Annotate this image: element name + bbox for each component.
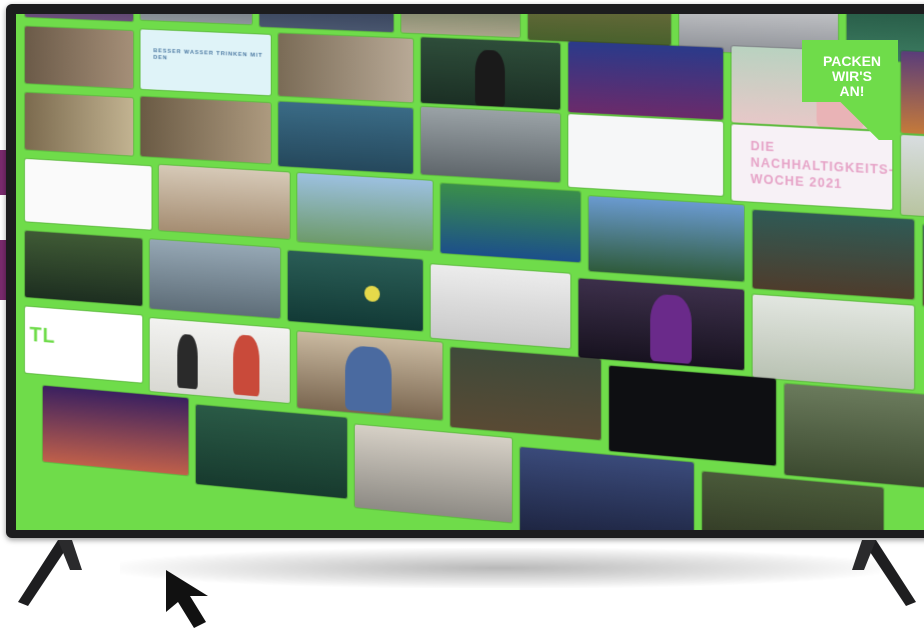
video-thumbnail[interactable] — [901, 51, 924, 140]
video-thumbnail[interactable] — [578, 278, 745, 371]
tv-stand-right — [850, 540, 920, 610]
video-thumbnail[interactable] — [278, 101, 414, 174]
video-thumbnail[interactable] — [287, 250, 423, 332]
guest-figure — [650, 293, 692, 365]
presenter-figure — [475, 49, 505, 107]
badge-line: AN! — [839, 83, 865, 99]
diver-figure — [177, 333, 198, 390]
video-thumbnail[interactable] — [420, 106, 561, 183]
video-thumbnail[interactable] — [297, 172, 433, 251]
floor-shadow — [120, 548, 880, 588]
video-thumbnail[interactable]: DIE NACHHALTIGKEITS-WOCHE 2021 — [731, 124, 893, 210]
video-thumbnail[interactable] — [24, 14, 134, 22]
video-thumbnail[interactable] — [24, 230, 143, 306]
video-thumbnail[interactable] — [195, 404, 348, 499]
video-thumbnail[interactable] — [140, 96, 271, 164]
tv-stand-left — [14, 540, 84, 610]
video-thumbnail[interactable] — [297, 331, 443, 421]
video-thumbnail[interactable] — [354, 424, 512, 523]
video-thumbnail[interactable] — [609, 365, 776, 466]
video-thumbnail[interactable]: TL — [24, 306, 143, 383]
video-thumbnail[interactable] — [752, 209, 915, 300]
video-thumbnail[interactable] — [519, 447, 694, 530]
video-thumbnail[interactable] — [752, 294, 915, 390]
diver-light — [364, 285, 380, 303]
video-thumbnail[interactable] — [450, 347, 601, 441]
tile-title-text: DIE NACHHALTIGKEITS-WOCHE 2021 — [750, 139, 893, 191]
video-thumbnail[interactable] — [401, 14, 520, 38]
video-thumbnail[interactable] — [568, 114, 724, 196]
video-thumbnail[interactable] — [568, 41, 724, 120]
video-thumbnail[interactable] — [420, 37, 561, 110]
tv-screen[interactable]: BESSER WASSER TRINKEN MIT DEN DIE NACHHA… — [16, 14, 924, 530]
badge-line: WIR'S — [832, 68, 872, 84]
badge-line: PACKEN — [822, 53, 882, 69]
video-thumbnail-wall: BESSER WASSER TRINKEN MIT DEN DIE NACHHA… — [16, 14, 924, 530]
video-thumbnail[interactable] — [278, 33, 414, 103]
video-thumbnail[interactable] — [784, 383, 924, 490]
video-thumbnail[interactable] — [24, 26, 134, 89]
video-thumbnail[interactable]: BESSER WASSER TRINKEN MIT DEN — [140, 29, 271, 96]
video-thumbnail[interactable] — [140, 14, 252, 25]
video-thumbnail[interactable] — [430, 264, 571, 349]
video-thumbnail[interactable] — [149, 317, 290, 404]
video-thumbnail[interactable] — [24, 92, 134, 156]
video-thumbnail[interactable] — [158, 164, 290, 239]
person-figure — [345, 344, 392, 414]
video-thumbnail[interactable] — [42, 385, 189, 476]
tile-title-text: TL — [29, 322, 56, 349]
video-thumbnail[interactable] — [901, 134, 924, 223]
diver-figure — [233, 334, 260, 397]
video-thumbnail[interactable] — [24, 158, 152, 230]
video-thumbnail[interactable] — [588, 196, 745, 282]
mouse-cursor-icon — [164, 568, 226, 630]
video-thumbnail[interactable] — [440, 183, 581, 263]
video-thumbnail[interactable] — [149, 239, 281, 319]
video-thumbnail[interactable] — [527, 14, 671, 46]
tile-title-text: BESSER WASSER TRINKEN MIT DEN — [153, 47, 263, 62]
tv-frame: BESSER WASSER TRINKEN MIT DEN DIE NACHHA… — [6, 4, 924, 538]
video-thumbnail[interactable] — [259, 14, 394, 33]
